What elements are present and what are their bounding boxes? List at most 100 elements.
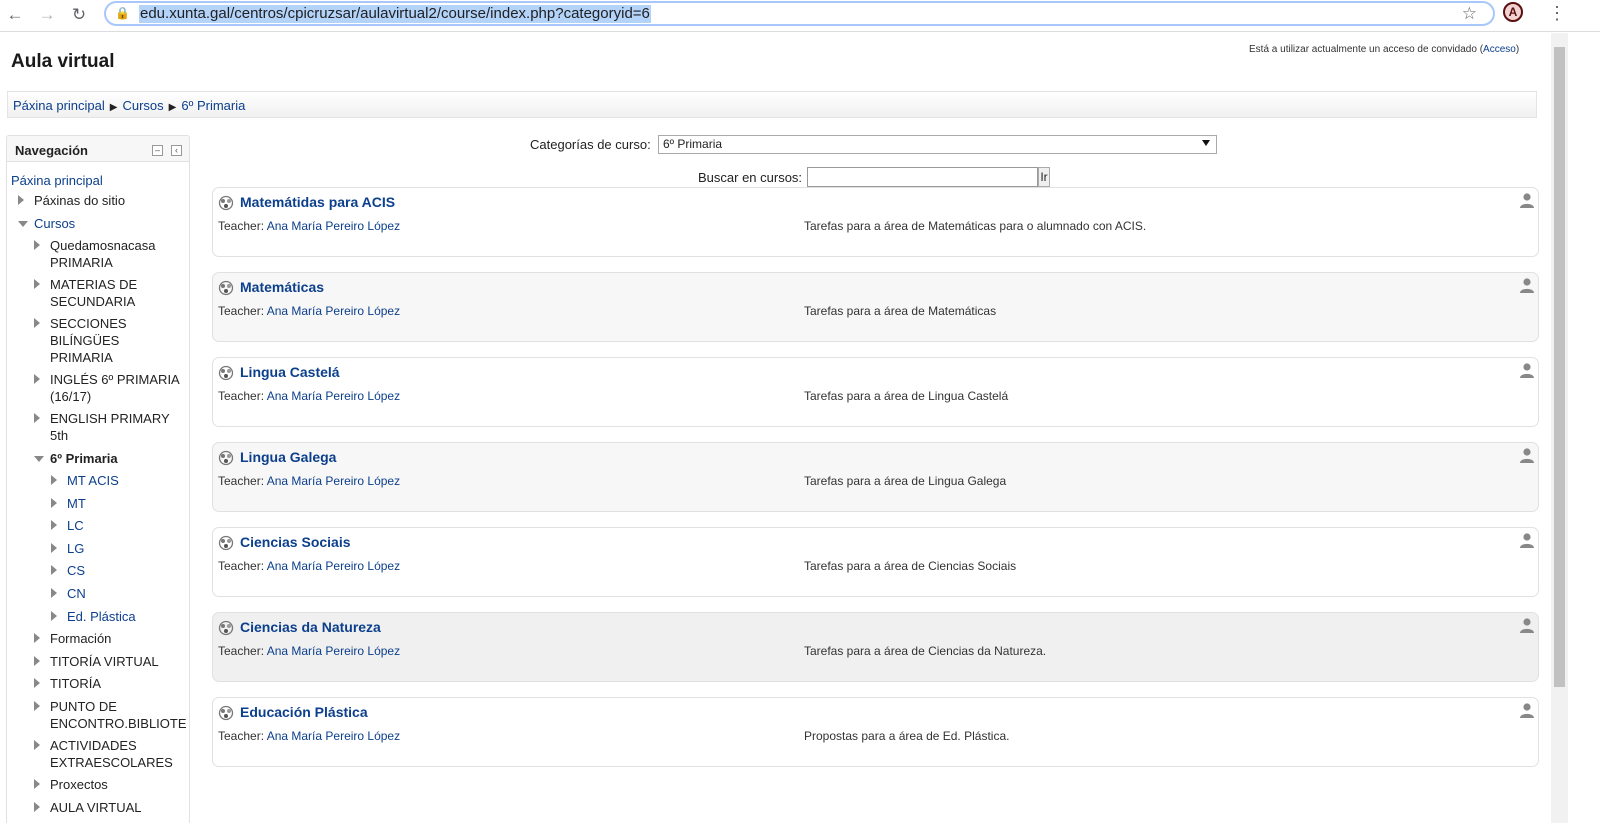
collapsed-arrow-icon[interactable]	[34, 802, 40, 812]
collapsed-arrow-icon[interactable]	[18, 195, 24, 205]
breadcrumb-category[interactable]: 6º Primaria	[181, 98, 245, 113]
nav-item-label[interactable]: Ed. Plástica	[67, 608, 136, 625]
nav-item[interactable]: Quedamosnacasa PRIMARIA	[11, 237, 156, 271]
nav-item[interactable]: LG	[11, 540, 84, 557]
profile-avatar[interactable]: A	[1503, 2, 1523, 22]
login-link[interactable]: Acceso	[1483, 44, 1516, 55]
teacher-link[interactable]: Ana María Pereiro López	[267, 389, 400, 403]
nav-item-label: TITORÍA	[50, 676, 102, 691]
search-go-button[interactable]: Ir	[1038, 167, 1050, 187]
collapse-block-icon[interactable]: –	[152, 145, 163, 156]
course-summary: Tarefas para a área de Lingua Galega	[804, 474, 1007, 488]
nav-item[interactable]: Formación	[11, 630, 111, 647]
collapsed-arrow-icon[interactable]	[34, 374, 40, 384]
course-name-link[interactable]: Matemátidas para ACIS	[240, 194, 395, 210]
collapsed-arrow-icon[interactable]	[51, 611, 57, 621]
nav-item[interactable]: MATERIAS DE SECUNDARIA	[11, 276, 137, 310]
nav-item[interactable]: CN	[11, 585, 86, 602]
nav-item[interactable]: PUNTO DE ENCONTRO.BIBLIOTE	[11, 698, 187, 732]
collapsed-arrow-icon[interactable]	[34, 318, 40, 328]
collapsed-arrow-icon[interactable]	[34, 779, 40, 789]
teacher-link[interactable]: Ana María Pereiro López	[267, 559, 400, 573]
nav-item-label[interactable]: MT ACIS	[67, 472, 119, 489]
collapsed-arrow-icon[interactable]	[34, 656, 40, 666]
collapsed-arrow-icon[interactable]	[51, 543, 57, 553]
nav-item[interactable]: Cursos	[11, 215, 75, 232]
teacher-line: Teacher: Ana María Pereiro López	[218, 644, 400, 658]
course-search-input[interactable]	[807, 167, 1038, 187]
category-select-value: 6º Primaria	[663, 137, 723, 151]
course-icon	[218, 535, 234, 551]
breadcrumb-courses[interactable]: Cursos	[122, 98, 163, 113]
collapsed-arrow-icon[interactable]	[34, 413, 40, 423]
nav-item[interactable]: AULA VIRTUAL	[11, 799, 142, 816]
collapsed-arrow-icon[interactable]	[34, 678, 40, 688]
teacher-link[interactable]: Ana María Pereiro López	[267, 304, 400, 318]
nav-item[interactable]: 6º Primaria	[11, 450, 118, 467]
category-select[interactable]: 6º Primaria	[658, 135, 1217, 154]
nav-item[interactable]: Páxinas do sitio	[11, 192, 125, 209]
nav-item[interactable]: CS	[11, 562, 85, 579]
teacher-line: Teacher: Ana María Pereiro López	[218, 729, 400, 743]
page-scrollbar[interactable]	[1551, 33, 1568, 823]
nav-item-label: 5th	[50, 428, 69, 443]
course-name-link[interactable]: Lingua Galega	[240, 449, 336, 465]
expanded-arrow-icon[interactable]	[34, 456, 44, 462]
collapsed-arrow-icon[interactable]	[34, 240, 40, 250]
browser-menu-icon[interactable]: ⋮	[1548, 3, 1566, 23]
collapsed-arrow-icon[interactable]	[34, 633, 40, 643]
forward-arrow-icon[interactable]: →	[36, 4, 58, 26]
nav-item[interactable]: ENGLISH PRIMARY 5th	[11, 410, 170, 444]
collapsed-arrow-icon[interactable]	[51, 520, 57, 530]
url-text[interactable]: edu.xunta.gal/centros/cpicruzsar/aulavir…	[139, 5, 651, 23]
nav-item[interactable]: ACTIVIDADES EXTRAESCOLARES	[11, 737, 173, 771]
nav-item[interactable]: MT ACIS	[11, 472, 119, 489]
teacher-link[interactable]: Ana María Pereiro López	[267, 644, 400, 658]
collapsed-arrow-icon[interactable]	[34, 701, 40, 711]
nav-item[interactable]: MT	[11, 495, 86, 512]
course-name-link[interactable]: Matemáticas	[240, 279, 324, 295]
expanded-arrow-icon[interactable]	[18, 221, 28, 227]
course-name-link[interactable]: Lingua Castelá	[240, 364, 340, 380]
nav-item[interactable]: Proxectos	[11, 776, 108, 793]
nav-item[interactable]: Ed. Plástica	[11, 608, 136, 625]
address-bar[interactable]: 🔒 edu.xunta.gal/centros/cpicruzsar/aulav…	[104, 1, 1495, 26]
nav-item[interactable]: INGLÉS 6º PRIMARIA (16/17)	[11, 371, 180, 405]
teacher-link[interactable]: Ana María Pereiro López	[267, 219, 400, 233]
nav-item-label: TITORÍA VIRTUAL	[50, 654, 159, 669]
nav-item[interactable]: LC	[11, 517, 84, 534]
collapsed-arrow-icon[interactable]	[34, 740, 40, 750]
nav-item-label[interactable]: CN	[67, 585, 86, 602]
collapsed-arrow-icon[interactable]	[51, 475, 57, 485]
nav-item[interactable]: SECCIONES BILÍNGÜES PRIMARIA	[11, 315, 127, 366]
breadcrumb-home[interactable]: Páxina principal	[13, 98, 105, 113]
course-name-link[interactable]: Ciencias Sociais	[240, 534, 351, 550]
collapsed-arrow-icon[interactable]	[51, 498, 57, 508]
collapsed-arrow-icon[interactable]	[34, 279, 40, 289]
course-summary: Tarefas para a área de Matemáticas	[804, 304, 997, 318]
course-name-link[interactable]: Ciencias da Natureza	[240, 619, 381, 635]
nav-item-label[interactable]: LG	[67, 540, 84, 557]
nav-item[interactable]: Páxina principal	[11, 172, 103, 189]
nav-item-label[interactable]: Páxina principal	[11, 172, 103, 189]
site-title[interactable]: Aula virtual	[11, 51, 114, 73]
dock-block-icon[interactable]: ‹	[171, 145, 182, 156]
nav-item-label[interactable]: CS	[67, 562, 85, 579]
nav-item-label[interactable]: MT	[67, 495, 86, 512]
nav-item[interactable]: TITORÍA VIRTUAL	[11, 653, 159, 670]
lock-icon: 🔒	[115, 6, 130, 20]
teacher-link[interactable]: Ana María Pereiro López	[267, 474, 400, 488]
browser-toolbar: ← → ↻ 🔒 edu.xunta.gal/centros/cpicruzsar…	[0, 0, 1600, 32]
bookmark-star-icon[interactable]: ☆	[1462, 4, 1477, 24]
scrollbar-thumb[interactable]	[1554, 47, 1565, 687]
nav-item-label[interactable]: Cursos	[34, 215, 75, 232]
collapsed-arrow-icon[interactable]	[51, 565, 57, 575]
nav-item-label[interactable]: LC	[67, 517, 84, 534]
reload-icon[interactable]: ↻	[68, 4, 90, 26]
teacher-link[interactable]: Ana María Pereiro López	[267, 729, 400, 743]
nav-item[interactable]: TITORÍA	[11, 675, 101, 692]
back-arrow-icon[interactable]: ←	[4, 4, 26, 26]
teacher-line: Teacher: Ana María Pereiro López	[218, 304, 400, 318]
course-name-link[interactable]: Educación Plástica	[240, 704, 368, 720]
collapsed-arrow-icon[interactable]	[51, 588, 57, 598]
